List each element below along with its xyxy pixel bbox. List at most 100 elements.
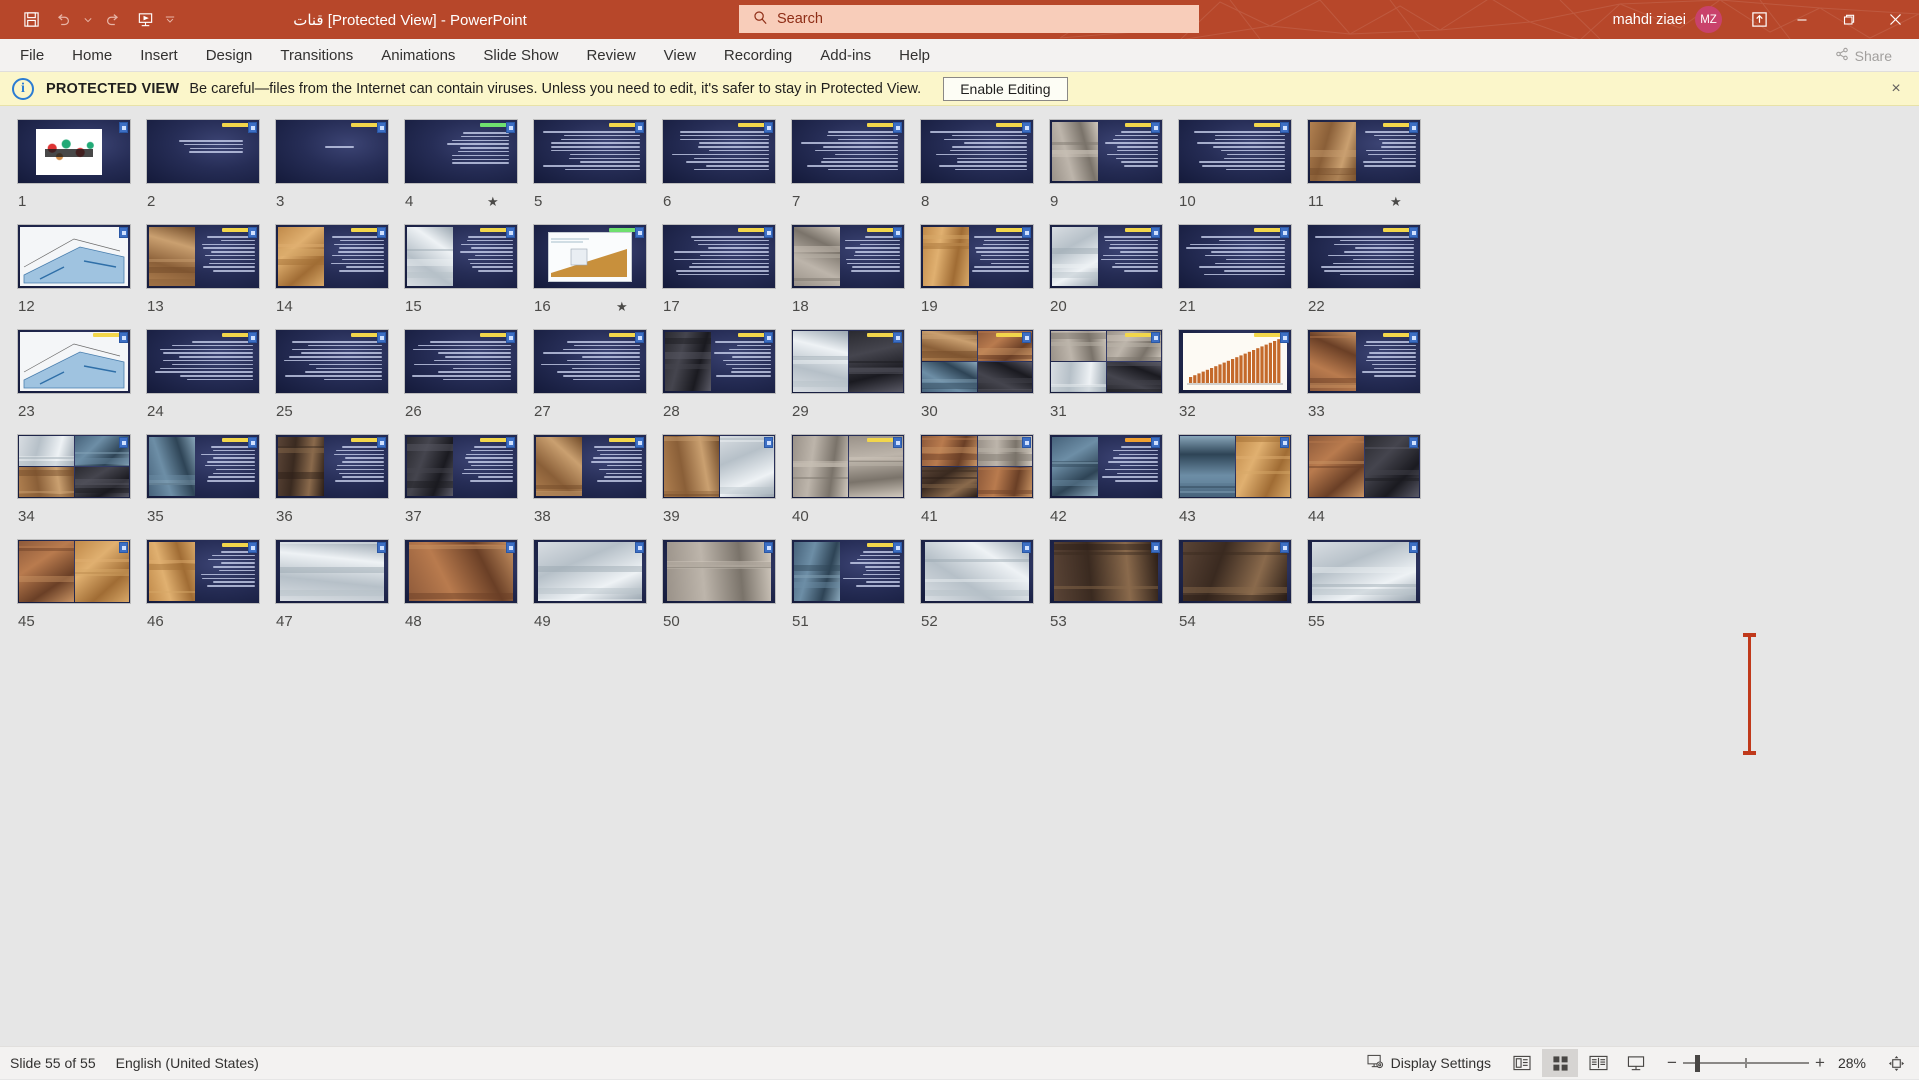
slide-thumbnail[interactable] bbox=[276, 225, 388, 288]
tab-animations[interactable]: Animations bbox=[367, 39, 469, 72]
restore-button[interactable] bbox=[1825, 0, 1872, 39]
slide-thumbnail[interactable] bbox=[921, 540, 1033, 603]
tab-help[interactable]: Help bbox=[885, 39, 944, 72]
tab-design[interactable]: Design bbox=[192, 39, 267, 72]
slide-cell[interactable]: 26 bbox=[405, 330, 534, 435]
slide-cell[interactable]: 14 bbox=[276, 225, 405, 330]
slide-thumbnail[interactable] bbox=[792, 225, 904, 288]
slide-cell[interactable]: 6 bbox=[663, 120, 792, 225]
search-input[interactable]: Search bbox=[739, 5, 1199, 33]
save-icon[interactable] bbox=[16, 5, 46, 35]
slide-thumbnail[interactable] bbox=[792, 435, 904, 498]
animation-indicator-icon[interactable]: ★ bbox=[487, 195, 499, 208]
slide-thumbnail[interactable] bbox=[18, 225, 130, 288]
display-settings-button[interactable]: Display Settings bbox=[1355, 1047, 1503, 1080]
slide-cell[interactable]: 40 bbox=[792, 435, 921, 540]
slide-cell[interactable]: 11★ bbox=[1308, 120, 1437, 225]
slide-cell[interactable]: 20 bbox=[1050, 225, 1179, 330]
slide-cell[interactable]: 22 bbox=[1308, 225, 1437, 330]
slide-cell[interactable]: 39 bbox=[663, 435, 792, 540]
slide-cell[interactable]: 16★ bbox=[534, 225, 663, 330]
slide-cell[interactable]: 12 bbox=[18, 225, 147, 330]
fit-to-window-button[interactable] bbox=[1879, 1049, 1913, 1077]
slide-cell[interactable]: 49 bbox=[534, 540, 663, 645]
slide-thumbnail[interactable] bbox=[534, 540, 646, 603]
slide-sorter-pane[interactable]: 1234★567891011★1213141516★17181920212223… bbox=[0, 106, 1919, 1067]
slide-thumbnail[interactable] bbox=[405, 225, 517, 288]
slide-cell[interactable]: 30 bbox=[921, 330, 1050, 435]
slide-thumbnail[interactable] bbox=[921, 435, 1033, 498]
slide-cell[interactable]: 31 bbox=[1050, 330, 1179, 435]
slide-thumbnail[interactable] bbox=[1308, 120, 1420, 183]
slide-cell[interactable]: 38 bbox=[534, 435, 663, 540]
slide-cell[interactable]: 17 bbox=[663, 225, 792, 330]
slide-cell[interactable]: 25 bbox=[276, 330, 405, 435]
slide-thumbnail[interactable] bbox=[18, 120, 130, 183]
zoom-slider-handle[interactable] bbox=[1695, 1055, 1700, 1072]
slide-thumbnail[interactable] bbox=[1050, 330, 1162, 393]
customize-quick-access-toolbar-icon[interactable] bbox=[162, 5, 178, 35]
slide-cell[interactable]: 44 bbox=[1308, 435, 1437, 540]
tab-recording[interactable]: Recording bbox=[710, 39, 806, 72]
slide-thumbnail[interactable] bbox=[147, 540, 259, 603]
slide-cell[interactable]: 53 bbox=[1050, 540, 1179, 645]
minimize-button[interactable] bbox=[1778, 0, 1825, 39]
slide-thumbnail[interactable] bbox=[147, 330, 259, 393]
slide-thumbnail[interactable] bbox=[147, 120, 259, 183]
tab-add-ins[interactable]: Add-ins bbox=[806, 39, 885, 72]
slide-cell[interactable]: 34 bbox=[18, 435, 147, 540]
slide-thumbnail[interactable] bbox=[663, 330, 775, 393]
slide-thumbnail[interactable] bbox=[276, 435, 388, 498]
language-indicator[interactable]: English (United States) bbox=[106, 1047, 269, 1080]
start-presentation-icon[interactable] bbox=[130, 5, 160, 35]
slide-cell[interactable]: 36 bbox=[276, 435, 405, 540]
slide-cell[interactable]: 43 bbox=[1179, 435, 1308, 540]
slide-thumbnail[interactable] bbox=[663, 540, 775, 603]
tab-transitions[interactable]: Transitions bbox=[266, 39, 367, 72]
slide-cell[interactable]: 13 bbox=[147, 225, 276, 330]
slide-thumbnail[interactable] bbox=[276, 330, 388, 393]
slide-cell[interactable]: 50 bbox=[663, 540, 792, 645]
slide-thumbnail[interactable] bbox=[1179, 330, 1291, 393]
slide-thumbnail[interactable] bbox=[18, 330, 130, 393]
zoom-out-button[interactable]: − bbox=[1661, 1049, 1683, 1077]
tab-slide-show[interactable]: Slide Show bbox=[469, 39, 572, 72]
slide-thumbnail[interactable] bbox=[1179, 540, 1291, 603]
slide-thumbnail[interactable] bbox=[1050, 120, 1162, 183]
slide-cell[interactable]: 21 bbox=[1179, 225, 1308, 330]
slide-cell[interactable]: 10 bbox=[1179, 120, 1308, 225]
slide-thumbnail[interactable] bbox=[663, 435, 775, 498]
slide-cell[interactable]: 23 bbox=[18, 330, 147, 435]
slide-cell[interactable]: 15 bbox=[405, 225, 534, 330]
slide-cell[interactable]: 27 bbox=[534, 330, 663, 435]
slide-thumbnail[interactable] bbox=[792, 120, 904, 183]
slide-cell[interactable]: 51 bbox=[792, 540, 921, 645]
slide-cell[interactable]: 5 bbox=[534, 120, 663, 225]
slide-cell[interactable]: 55 bbox=[1308, 540, 1437, 645]
slide-thumbnail[interactable] bbox=[405, 330, 517, 393]
slide-thumbnail[interactable] bbox=[663, 225, 775, 288]
tab-insert[interactable]: Insert bbox=[126, 39, 192, 72]
slide-cell[interactable]: 3 bbox=[276, 120, 405, 225]
zoom-in-button[interactable]: + bbox=[1809, 1049, 1831, 1077]
close-button[interactable] bbox=[1872, 0, 1919, 39]
slide-cell[interactable]: 54 bbox=[1179, 540, 1308, 645]
slide-cell[interactable]: 47 bbox=[276, 540, 405, 645]
slide-thumbnail[interactable] bbox=[663, 120, 775, 183]
slide-thumbnail[interactable] bbox=[276, 120, 388, 183]
slide-thumbnail[interactable] bbox=[1179, 225, 1291, 288]
slide-thumbnail[interactable] bbox=[1308, 435, 1420, 498]
slide-cell[interactable]: 28 bbox=[663, 330, 792, 435]
slide-cell[interactable]: 32 bbox=[1179, 330, 1308, 435]
avatar[interactable]: MZ bbox=[1695, 6, 1722, 33]
slide-cell[interactable]: 2 bbox=[147, 120, 276, 225]
reading-view-button[interactable] bbox=[1580, 1049, 1616, 1077]
slide-cell[interactable]: 9 bbox=[1050, 120, 1179, 225]
slide-thumbnail[interactable] bbox=[1179, 435, 1291, 498]
slide-thumbnail[interactable] bbox=[18, 435, 130, 498]
slide-cell[interactable]: 24 bbox=[147, 330, 276, 435]
slide-cell[interactable]: 48 bbox=[405, 540, 534, 645]
slide-show-button[interactable] bbox=[1618, 1049, 1654, 1077]
slide-cell[interactable]: 45 bbox=[18, 540, 147, 645]
close-icon[interactable]: × bbox=[1887, 80, 1905, 98]
